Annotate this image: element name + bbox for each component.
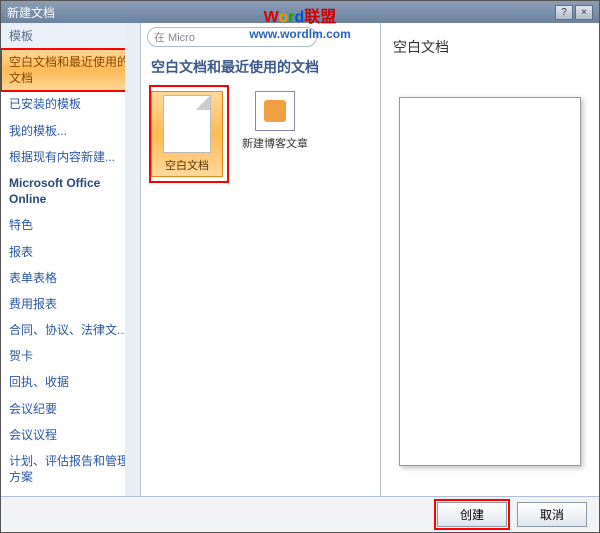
footer: 创建 取消 (1, 496, 599, 532)
sidebar-item-6[interactable]: 报表 (1, 239, 140, 265)
sidebar-item-2[interactable]: 我的模板... (1, 118, 140, 144)
sidebar-item-14[interactable]: 计划、评估报告和管理方案 (1, 448, 140, 490)
sidebar-item-4[interactable]: Microsoft Office Online (1, 170, 140, 212)
blog-icon (255, 91, 295, 131)
sidebar-section-header: 模板 (1, 23, 140, 49)
template-doc[interactable]: 空白文档 (151, 91, 223, 177)
titlebar: 新建文档 Word联盟 www.wordlm.com ? × (1, 1, 599, 23)
sidebar-item-5[interactable]: 特色 (1, 212, 140, 238)
doc-icon (163, 95, 211, 153)
sidebar-item-13[interactable]: 会议议程 (1, 422, 140, 448)
preview-panel: 空白文档 (381, 23, 599, 496)
center-panel: 在 Micro 空白文档和最近使用的文档 空白文档 新建博客文章 (141, 23, 381, 496)
preview-page (399, 97, 581, 466)
close-button[interactable]: × (575, 5, 593, 20)
sidebar-item-8[interactable]: 费用报表 (1, 291, 140, 317)
template-label: 新建博客文章 (239, 135, 311, 151)
sidebar: 模板 空白文档和最近使用的文档已安装的模板我的模板...根据现有内容新建...M… (1, 23, 141, 496)
sidebar-item-9[interactable]: 合同、协议、法律文... (1, 317, 140, 343)
sidebar-item-10[interactable]: 贺卡 (1, 343, 140, 369)
preview-title: 空白文档 (391, 33, 589, 67)
sidebar-item-1[interactable]: 已安装的模板 (1, 91, 140, 117)
sidebar-item-12[interactable]: 会议纪要 (1, 396, 140, 422)
sidebar-item-3[interactable]: 根据现有内容新建... (1, 144, 140, 170)
sidebar-item-15[interactable]: 库存控制 (1, 490, 140, 496)
sidebar-item-0[interactable]: 空白文档和最近使用的文档 (1, 49, 140, 91)
search-input[interactable]: 在 Micro (147, 27, 317, 47)
create-button[interactable]: 创建 (437, 502, 507, 527)
template-label: 空白文档 (155, 157, 219, 173)
new-document-dialog: 新建文档 Word联盟 www.wordlm.com ? × 模板 空白文档和最… (0, 0, 600, 533)
sidebar-item-11[interactable]: 回执、收据 (1, 369, 140, 395)
help-button[interactable]: ? (555, 5, 573, 20)
dialog-title: 新建文档 (7, 4, 55, 21)
template-blog[interactable]: 新建博客文章 (239, 91, 311, 151)
sidebar-item-7[interactable]: 表单表格 (1, 265, 140, 291)
cancel-button[interactable]: 取消 (517, 502, 587, 527)
center-heading: 空白文档和最近使用的文档 (141, 51, 380, 83)
scrollbar[interactable] (125, 23, 140, 496)
